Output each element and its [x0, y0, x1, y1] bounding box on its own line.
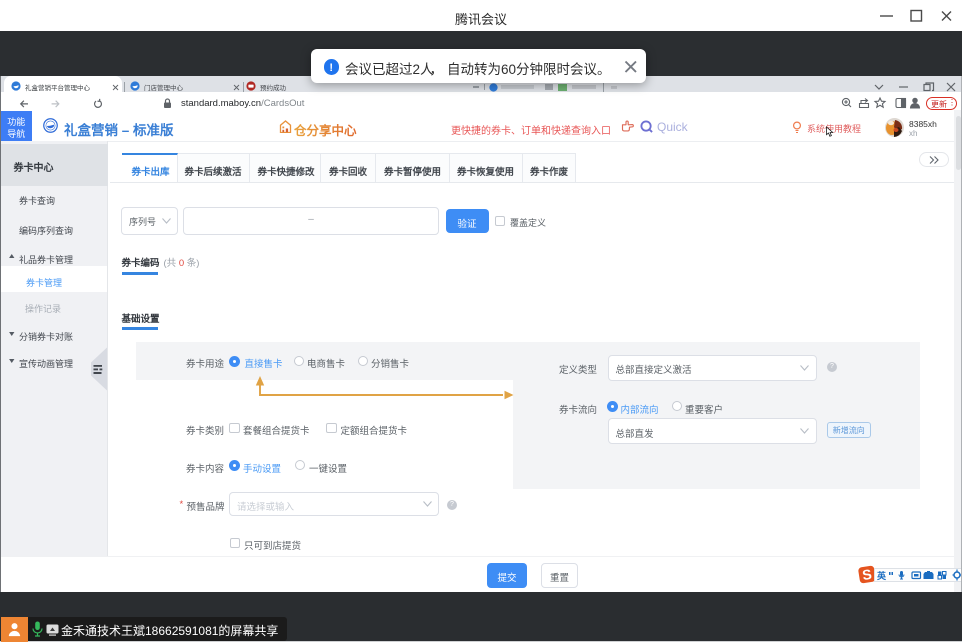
svg-text:英: 英 [876, 570, 887, 581]
